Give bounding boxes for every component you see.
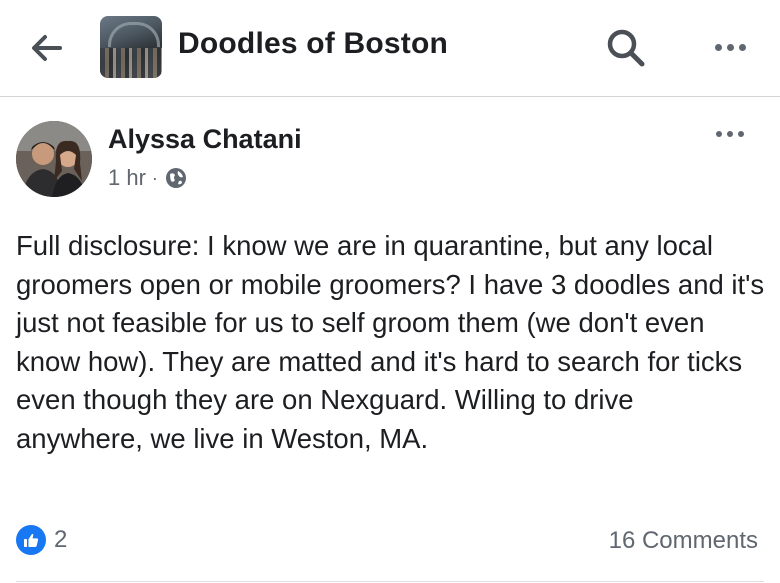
reactions-summary[interactable]: 2 (16, 525, 67, 555)
reaction-count: 2 (54, 526, 68, 553)
avatar[interactable] (16, 121, 92, 197)
group-title[interactable]: Doodles of Boston (178, 27, 448, 61)
post-card: Alyssa Chatani 1 hr · Full disclosure: I… (0, 97, 780, 583)
search-icon (607, 29, 645, 67)
search-button[interactable] (604, 26, 648, 70)
arrow-left-icon (32, 35, 62, 61)
group-cover-thumbnail[interactable] (100, 16, 162, 78)
more-options-button[interactable] (706, 32, 754, 62)
divider (16, 581, 764, 582)
meta-separator: · (151, 167, 158, 188)
comments-count-link[interactable]: 16 Comments (609, 527, 758, 555)
like-icon (16, 525, 46, 555)
post-time[interactable]: 1 hr (108, 165, 146, 191)
globe-icon (165, 168, 186, 188)
author-name[interactable]: Alyssa Chatani (108, 124, 302, 155)
back-button[interactable] (26, 28, 66, 68)
more-horizontal-icon (706, 32, 754, 62)
post-options-button[interactable] (708, 119, 752, 149)
post-body-text: Full disclosure: I know we are in quaran… (16, 230, 765, 454)
more-horizontal-icon (708, 119, 752, 149)
top-app-bar: Doodles of Boston (0, 0, 780, 97)
post-meta: 1 hr · (108, 165, 188, 191)
